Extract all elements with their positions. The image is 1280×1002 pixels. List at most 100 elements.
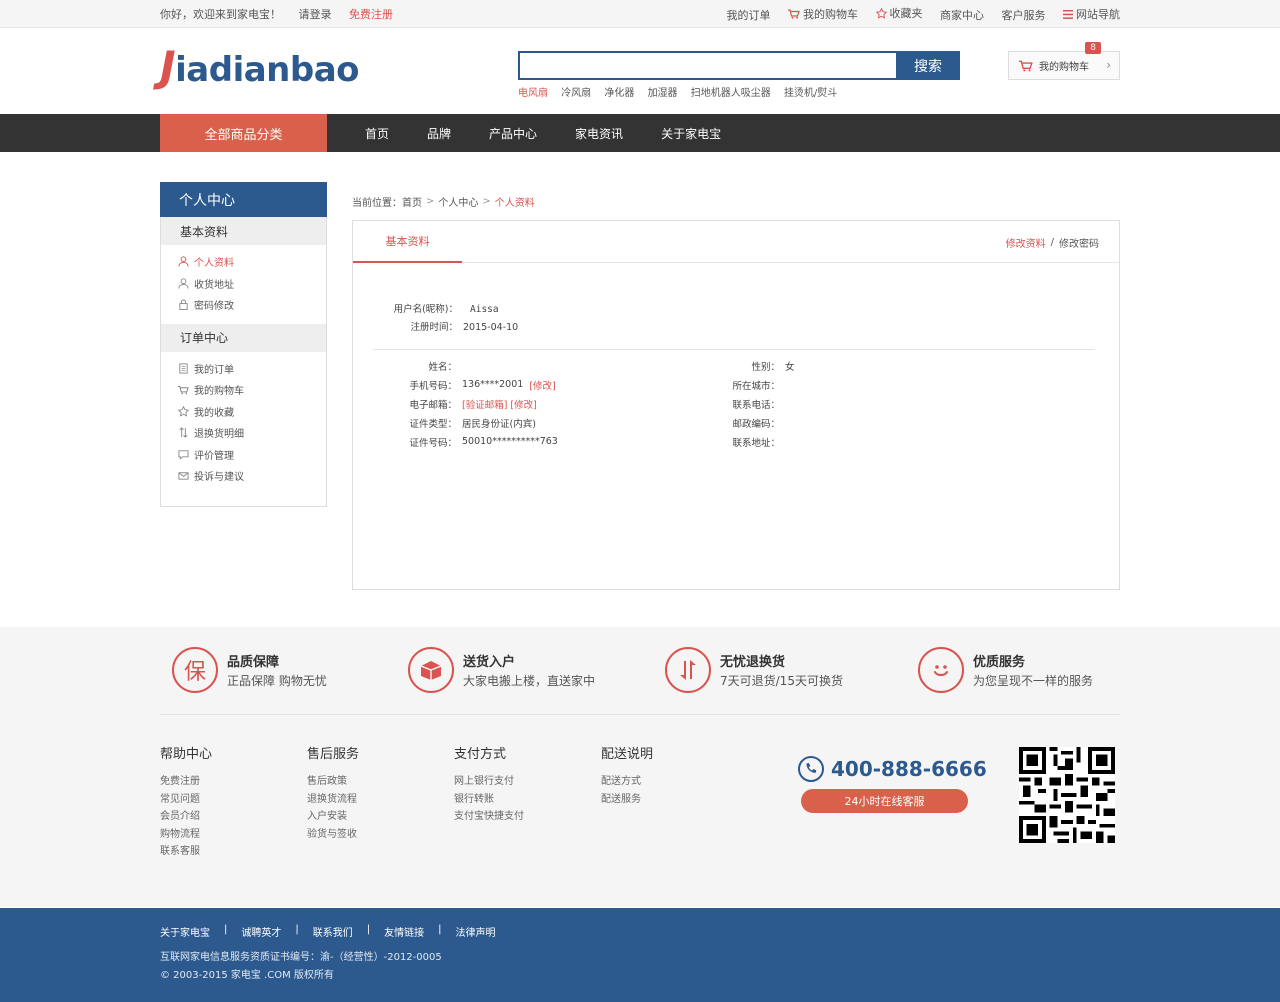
- hot-keywords: 电风扇 冷风扇 净化器 加湿器 扫地机器人吸尘器 挂烫机/熨斗: [518, 84, 847, 99]
- edit-phone-link[interactable]: [修改]: [529, 378, 555, 392]
- breadcrumb-home[interactable]: 首页: [402, 194, 422, 209]
- sidebar-item-label: 我的购物车: [194, 386, 244, 398]
- help-column: 支付方式 网上银行支付 银行转账 支付宝快捷支付: [454, 743, 594, 825]
- hotword-link[interactable]: 冷风扇: [561, 88, 591, 99]
- help-link[interactable]: 网上银行支付: [454, 772, 594, 790]
- sidebar-item-password[interactable]: 密码修改: [178, 294, 326, 316]
- site-logo[interactable]: Jiadianbao: [160, 42, 360, 91]
- comment-icon: [178, 450, 189, 460]
- bottom-link[interactable]: 关于家电宝: [160, 924, 210, 939]
- my-orders-link[interactable]: 我的订单: [727, 7, 771, 23]
- help-link[interactable]: 联系客服: [160, 842, 300, 860]
- sidebar-item-orders[interactable]: 我的订单: [178, 358, 326, 380]
- hotword-link[interactable]: 加湿器: [648, 88, 678, 99]
- star-icon: [178, 405, 189, 417]
- help-link[interactable]: 常见问题: [160, 790, 300, 808]
- search-input[interactable]: [518, 51, 896, 80]
- field-label: 电子邮箱：: [409, 399, 457, 411]
- sidebar-item-address[interactable]: 收货地址: [178, 273, 326, 295]
- sidebar-item-label: 个人资料: [194, 258, 234, 270]
- help-link[interactable]: 免费注册: [160, 772, 300, 790]
- top-bar: 你好，欢迎来到家电宝！ 请登录 免费注册 我的订单 我的购物车 收藏夹 商家中心…: [0, 0, 1280, 28]
- hotword-link[interactable]: 电风扇: [518, 88, 548, 99]
- sidebar-item-label: 评价管理: [194, 450, 234, 462]
- sidebar-item-returns[interactable]: 退换货明细: [178, 422, 326, 444]
- tab-basic-info[interactable]: 基本资料: [353, 221, 462, 263]
- help-link[interactable]: 配送方式: [601, 772, 741, 790]
- help-link[interactable]: 会员介绍: [160, 807, 300, 825]
- nav-item-about[interactable]: 关于家电宝: [661, 125, 721, 142]
- sidebar-item-profile[interactable]: 个人资料: [178, 251, 326, 273]
- help-link[interactable]: 售后政策: [307, 772, 447, 790]
- guarantee-icon: 保: [172, 647, 218, 693]
- register-link[interactable]: 免费注册: [349, 6, 393, 22]
- regtime-label: 注册时间：: [410, 322, 458, 333]
- bottom-link[interactable]: 法律声明: [456, 924, 496, 939]
- help-link[interactable]: 购物流程: [160, 825, 300, 843]
- field-label: 姓名：: [428, 361, 457, 373]
- cart-button[interactable]: 我的购物车 8 ›: [1008, 42, 1120, 80]
- phone-icon: [798, 756, 824, 782]
- service-desc: 为您呈现不一样的服务: [973, 674, 1094, 688]
- sidebar-group-orders: 订单中心: [161, 323, 326, 352]
- merchant-center-link[interactable]: 商家中心: [940, 7, 984, 23]
- help-column: 帮助中心 免费注册 常见问题 会员介绍 购物流程 联系客服: [160, 743, 300, 860]
- help-link[interactable]: 银行转账: [454, 790, 594, 808]
- license-text: 互联网家电信息服务资质证书编号：渝-（经营性）-2012-0005: [160, 952, 442, 963]
- star-icon: [875, 7, 887, 19]
- lock-icon: [179, 299, 188, 311]
- sidebar-item-favorites[interactable]: 我的收藏: [178, 401, 326, 423]
- help-column-title: 售后服务: [307, 747, 360, 762]
- footer-services: 保 品质保障 正品保障 购物无忧 送货入户 大家电搬上楼，直送家中 无忧退换货 7天可…: [0, 627, 1280, 907]
- site-nav-link[interactable]: 网站导航: [1063, 6, 1120, 22]
- service-title: 优质服务: [973, 655, 1026, 670]
- document-icon: [179, 363, 188, 374]
- sidebar-item-reviews[interactable]: 评价管理: [178, 444, 326, 466]
- favorites-link[interactable]: 收藏夹: [875, 5, 923, 21]
- bottom-link[interactable]: 联系我们: [313, 924, 353, 939]
- exchange-icon: [179, 427, 188, 438]
- bottom-links: 关于家电宝 | 诚聘英才 | 联系我们 | 友情链接 | 法律声明: [160, 924, 496, 939]
- breadcrumb: 当前位置： 首页 > 个人中心 > 个人资料: [352, 182, 1120, 220]
- help-link[interactable]: 配送服务: [601, 790, 741, 808]
- sidebar-group-profile: 基本资料: [161, 217, 326, 245]
- nav-item-brand[interactable]: 品牌: [427, 125, 451, 142]
- all-categories-button[interactable]: 全部商品分类: [160, 114, 327, 152]
- bottom-link[interactable]: 诚聘英才: [241, 924, 281, 939]
- edit-profile-link[interactable]: 修改资料: [1006, 235, 1046, 250]
- help-link[interactable]: 支付宝快捷支付: [454, 807, 594, 825]
- nav-item-news[interactable]: 家电资讯: [575, 125, 623, 142]
- nav-item-home[interactable]: 首页: [365, 125, 389, 142]
- service-returns: 无忧退换货 7天可退货/15天可换货: [665, 647, 843, 693]
- field-value: 居民身份证(内宾): [462, 418, 536, 430]
- sidebar-item-cart[interactable]: 我的购物车: [178, 379, 326, 401]
- verify-email-link[interactable]: [验证邮箱] [修改]: [462, 397, 537, 411]
- sidebar-item-complaints[interactable]: 投诉与建议: [178, 465, 326, 487]
- customer-service-link[interactable]: 客户服务: [1002, 7, 1046, 23]
- hotword-link[interactable]: 扫地机器人吸尘器: [691, 88, 771, 99]
- sidebar-item-label: 收货地址: [194, 279, 234, 291]
- separator: |: [366, 924, 371, 935]
- help-link[interactable]: 退换货流程: [307, 790, 447, 808]
- breadcrumb-center[interactable]: 个人中心: [438, 194, 478, 209]
- service-quality-care: 优质服务为您呈现不一样的服务: [918, 647, 1093, 693]
- help-column-title: 配送说明: [601, 747, 654, 762]
- help-link[interactable]: 验货与签收: [307, 825, 447, 843]
- separator: |: [224, 924, 228, 935]
- edit-password-link[interactable]: 修改密码: [1059, 235, 1099, 250]
- help-link[interactable]: 入户安装: [307, 807, 447, 825]
- login-link[interactable]: 请登录: [299, 6, 332, 22]
- hotword-link[interactable]: 净化器: [604, 88, 634, 99]
- bottom-link[interactable]: 友情链接: [384, 924, 424, 939]
- online-service-button[interactable]: 24小时在线客服: [801, 789, 968, 813]
- search-button[interactable]: 搜索: [896, 51, 960, 80]
- my-cart-link[interactable]: 我的购物车: [788, 6, 858, 22]
- smile-icon: [918, 647, 964, 693]
- service-title: 无忧退换货: [720, 655, 786, 670]
- service-delivery: 送货入户 大家电搬上楼，直送家中: [408, 647, 595, 693]
- nav-item-products[interactable]: 产品中心: [489, 125, 537, 142]
- hotword-link[interactable]: 挂烫机/熨斗: [784, 88, 837, 99]
- main-nav: 全部商品分类 首页 品牌 产品中心 家电资讯 关于家电宝: [0, 114, 1280, 152]
- favorites-label: 收藏夹: [889, 7, 923, 21]
- help-column-title: 帮助中心: [160, 747, 213, 762]
